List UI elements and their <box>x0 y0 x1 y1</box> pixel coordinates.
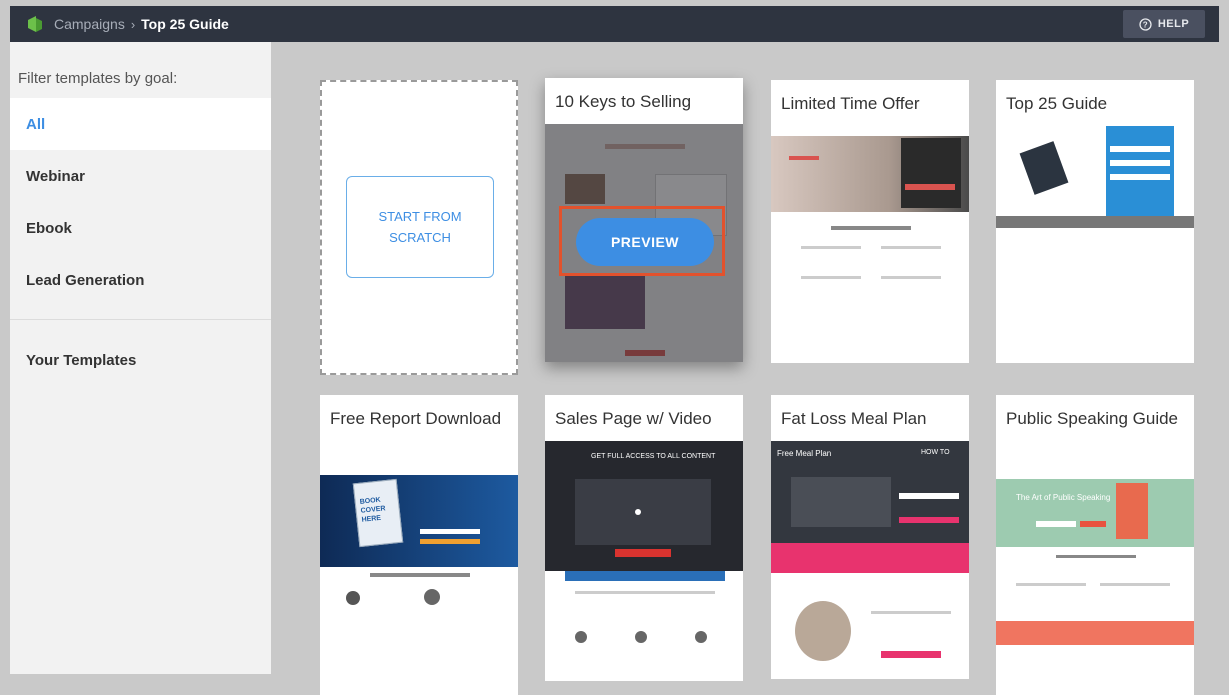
template-card-public-speaking[interactable]: Public Speaking Guide The Art of Public … <box>996 395 1194 695</box>
breadcrumb-campaigns[interactable]: Campaigns <box>54 16 125 32</box>
how-to-text: HOW TO <box>921 449 950 456</box>
template-title: 10 Keys to Selling <box>555 92 692 111</box>
template-thumbnail: GET FULL ACCESS TO ALL CONTENT <box>545 441 743 681</box>
template-card-fat-loss[interactable]: Fat Loss Meal Plan Free Meal Plan HOW TO <box>771 395 969 679</box>
template-title: Limited Time Offer <box>781 94 920 113</box>
template-title: Public Speaking Guide <box>1006 409 1179 428</box>
get-full-access-text: GET FULL ACCESS TO ALL CONTENT <box>591 453 716 460</box>
template-title: Top 25 Guide <box>1006 94 1108 113</box>
template-card-limited-time-offer[interactable]: Limited Time Offer <box>771 80 969 363</box>
sidebar-item-ebook[interactable]: Ebook <box>10 202 271 254</box>
template-card-sales-page-video[interactable]: Sales Page w/ Video GET FULL ACCESS TO A… <box>545 395 743 681</box>
scratch-label-line2: SCRATCH <box>389 230 451 245</box>
scratch-label-line1: START FROM <box>378 209 462 224</box>
breadcrumb-separator: › <box>130 16 136 32</box>
sidebar-item-lead-generation[interactable]: Lead Generation <box>10 254 271 306</box>
brand-logo-icon <box>28 16 42 32</box>
template-thumbnail: Free Meal Plan HOW TO <box>771 441 969 679</box>
template-thumbnail <box>996 126 1194 363</box>
template-title: Sales Page w/ Video <box>555 409 712 428</box>
template-thumbnail: PREVIEW <box>545 124 743 362</box>
help-icon: ? <box>1139 17 1152 31</box>
template-thumbnail: BOOK COVER HERE <box>320 463 518 693</box>
free-meal-plan-text: Free Meal Plan <box>777 449 832 458</box>
art-public-speaking-text: The Art of Public Speaking <box>1016 493 1111 502</box>
app-window: Campaigns › Top 25 Guide ? HELP Filter t… <box>0 0 1229 695</box>
template-thumbnail: The Art of Public Speaking <box>996 463 1194 695</box>
svg-text:?: ? <box>1143 20 1148 29</box>
sidebar-divider <box>10 319 271 320</box>
book-cover-text: BOOK COVER HERE <box>359 496 386 524</box>
sidebar-item-webinar[interactable]: Webinar <box>10 150 271 202</box>
template-title: Free Report Download <box>330 409 502 428</box>
start-from-scratch-button[interactable]: START FROM SCRATCH <box>346 176 494 278</box>
filter-title: Filter templates by goal: <box>18 70 178 87</box>
preview-highlight: PREVIEW <box>559 206 725 276</box>
help-label: HELP <box>1157 18 1190 30</box>
filter-sidebar: Filter templates by goal: All Webinar Eb… <box>10 42 271 674</box>
template-title: Fat Loss Meal Plan <box>781 409 927 428</box>
help-button[interactable]: ? HELP <box>1123 10 1205 38</box>
preview-button[interactable]: PREVIEW <box>576 218 714 266</box>
top-bar: Campaigns › Top 25 Guide ? HELP <box>10 6 1219 42</box>
sidebar-item-your-templates[interactable]: Your Templates <box>10 334 271 386</box>
breadcrumb-current: Top 25 Guide <box>141 16 229 32</box>
template-card-free-report[interactable]: Free Report Download BOOK COVER HERE <box>320 395 518 695</box>
template-card-10-keys[interactable]: 10 Keys to Selling PREVIEW <box>545 78 743 362</box>
template-card-top-25-guide[interactable]: Top 25 Guide <box>996 80 1194 363</box>
template-thumbnail <box>771 126 969 363</box>
start-from-scratch-card[interactable]: START FROM SCRATCH <box>320 80 518 375</box>
sidebar-item-all[interactable]: All <box>10 98 271 150</box>
